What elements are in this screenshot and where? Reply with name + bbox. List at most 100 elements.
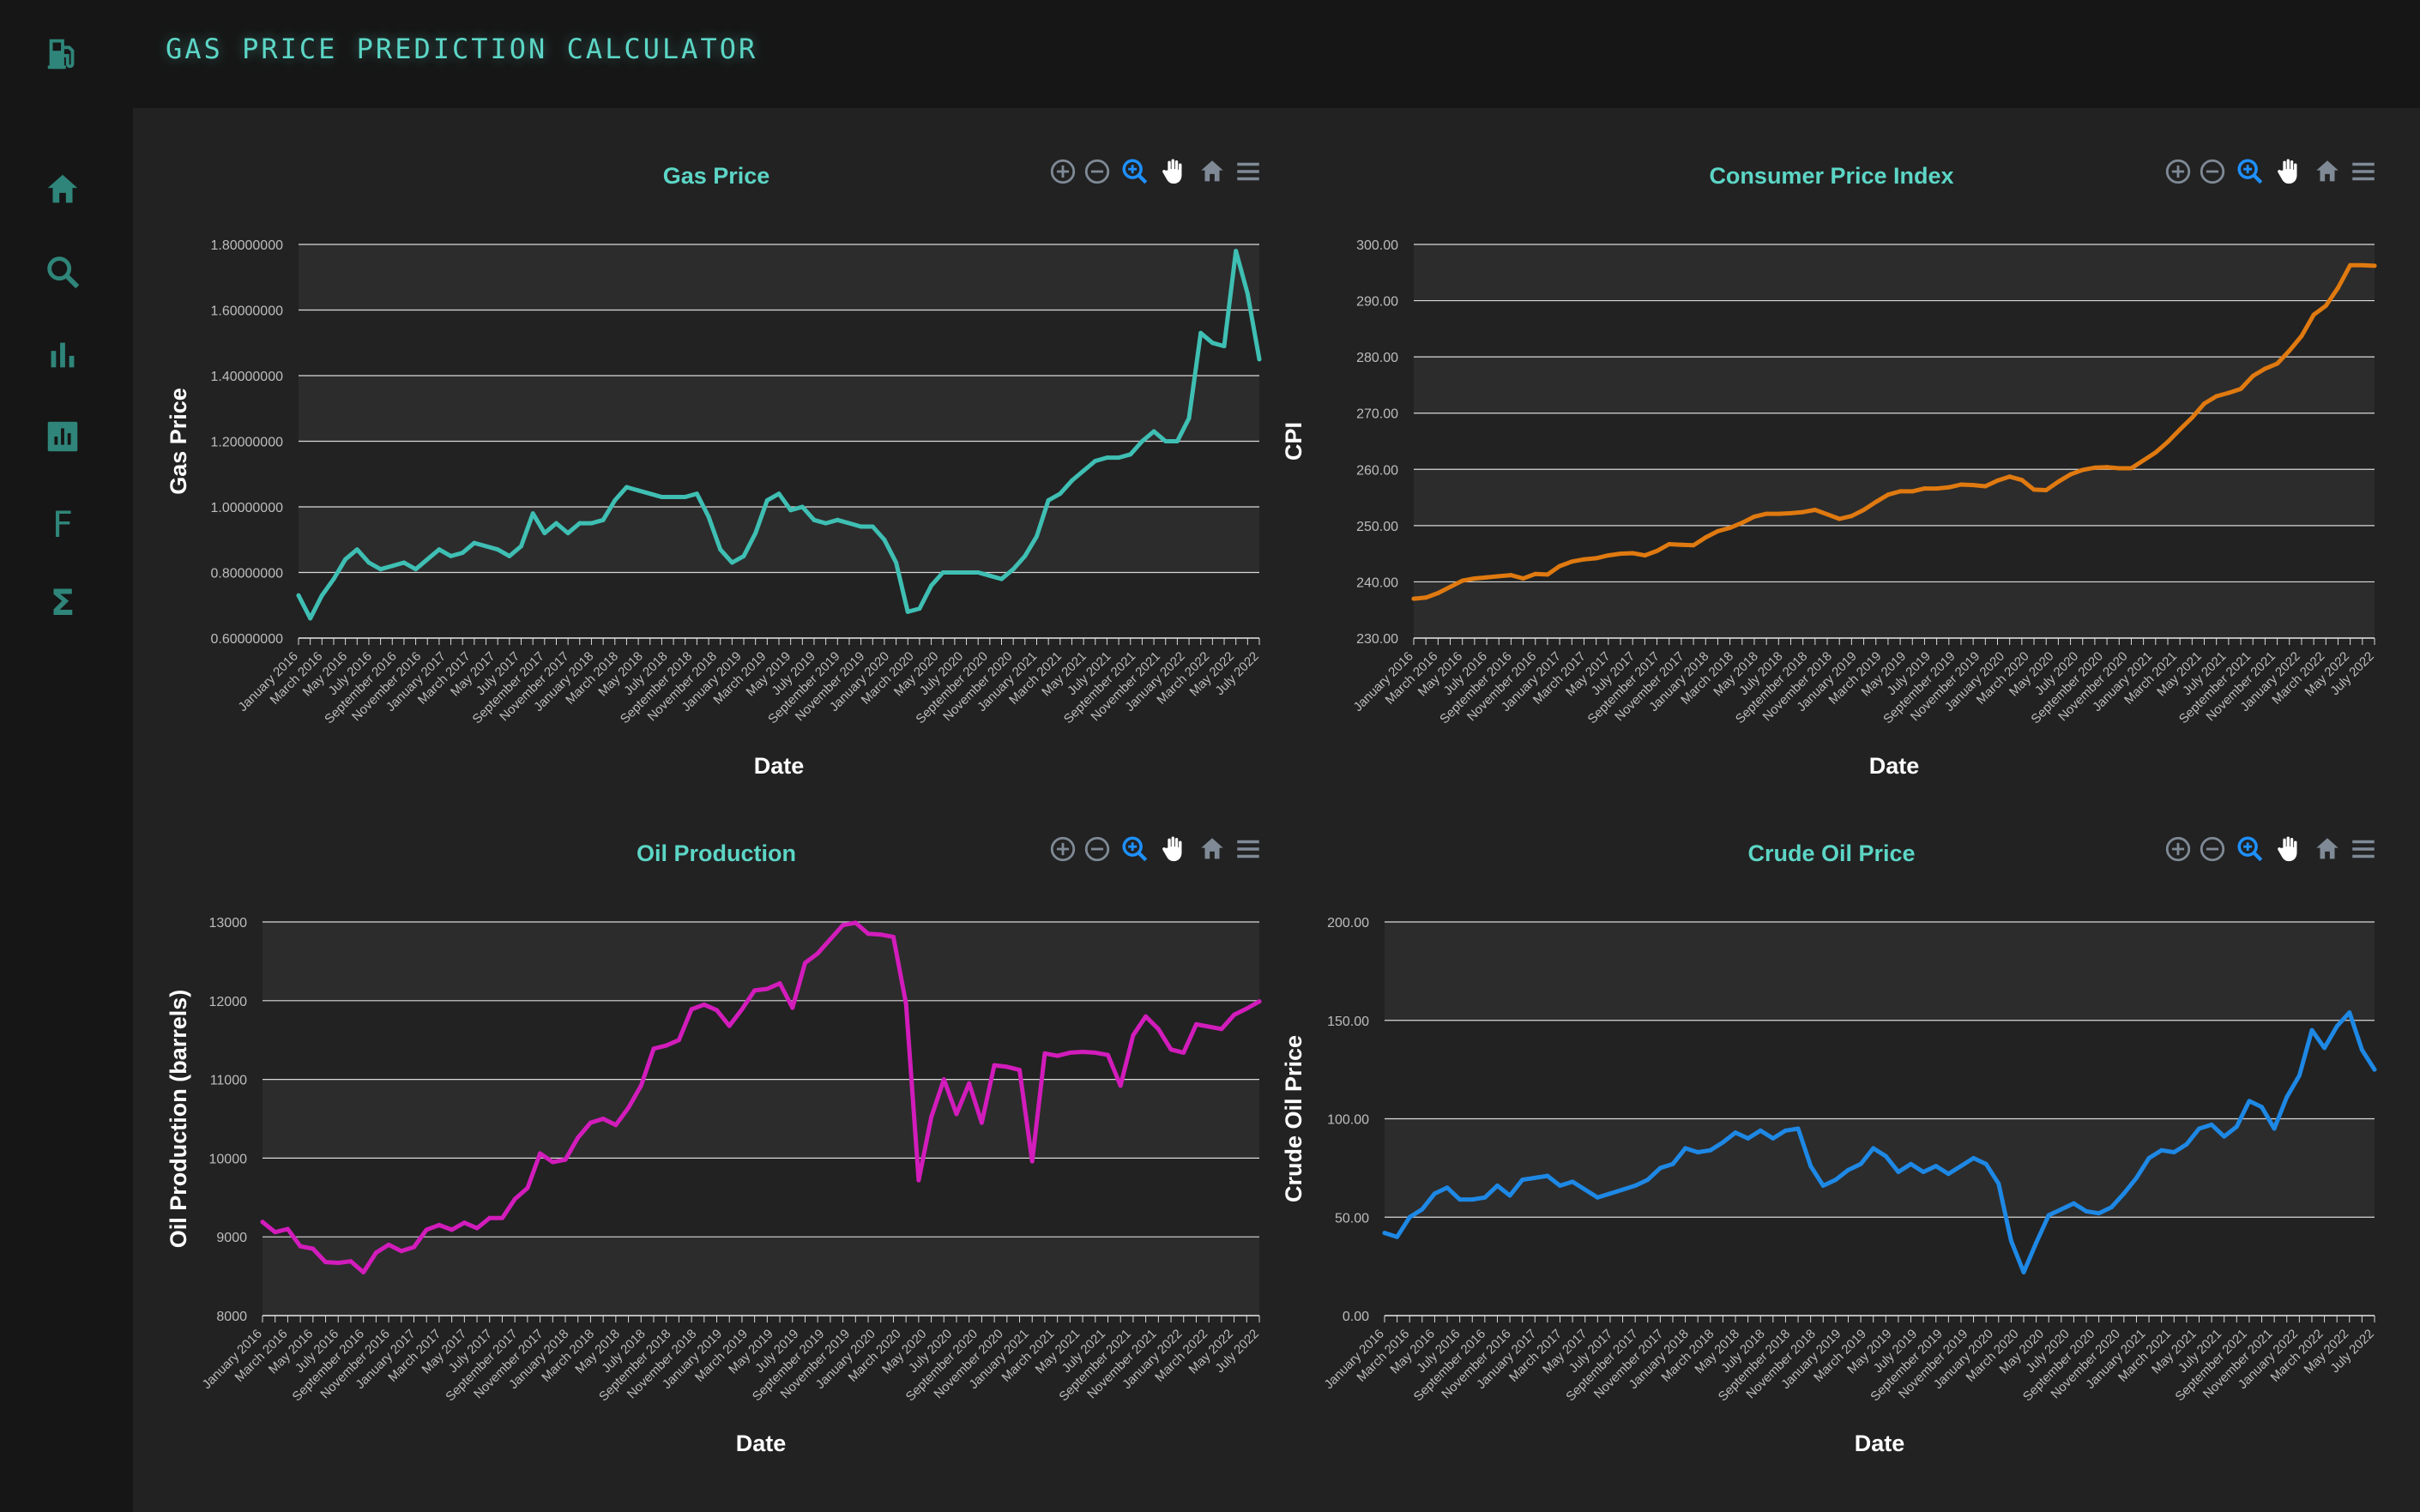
data-point [1608,1191,1613,1196]
analytics-icon[interactable] [43,417,82,456]
data-point [2104,465,2109,470]
data-point [1740,521,1745,526]
data-point [273,1230,278,1235]
menu-icon[interactable] [1234,157,1263,186]
data-point [1128,452,1133,457]
data-point [1472,575,1477,581]
data-point [1460,578,1465,583]
data-point [952,570,957,575]
data-point [866,931,871,937]
data-point [1395,1234,1400,1239]
data-point [1982,484,1988,489]
zoom-in-icon[interactable] [2164,157,2193,186]
data-point [979,1120,984,1125]
data-point [694,491,699,497]
data-point [1708,1148,1713,1153]
data-point [2262,366,2267,371]
y-tick-label: 1.00000000 [210,501,283,515]
sigma-icon[interactable]: Σ [43,583,82,623]
data-point [1970,483,1976,488]
zoom-out-icon[interactable] [2198,157,2227,186]
pan-icon[interactable] [2273,157,2302,186]
pan-icon[interactable] [1158,157,1187,186]
data-point [1581,557,1586,562]
data-point [638,1083,643,1088]
data-point [2238,387,2243,392]
selection-zoom-icon[interactable] [1120,157,1150,186]
menu-icon[interactable] [2349,157,2378,186]
zoom-out-icon[interactable] [1083,157,1112,186]
y-tick-label: 290.00 [1356,295,1398,310]
data-point [2322,1045,2327,1051]
data-point [1257,357,1262,362]
data-point [348,1259,353,1264]
zoom-in-icon[interactable] [1048,157,1077,186]
data-point [2247,1099,2252,1104]
data-point [1186,416,1192,421]
home-icon[interactable] [43,170,82,209]
reset-home-icon[interactable] [2313,834,2342,864]
data-point [1715,528,1720,533]
zoom-out-icon[interactable] [2198,834,2227,864]
data-point [1151,429,1156,434]
reset-home-icon[interactable] [1198,834,1227,864]
pan-icon[interactable] [2273,834,2302,864]
data-point [1244,1006,1249,1011]
reset-home-icon[interactable] [1198,157,1227,186]
menu-icon[interactable] [1234,834,1263,864]
chart-toolbar [2164,157,2375,186]
zoom-out-icon[interactable] [1083,834,1112,864]
data-point [2043,488,2049,493]
data-point [1445,1185,1450,1190]
data-point [487,1215,492,1220]
bar-chart-icon[interactable] [43,334,82,374]
selection-zoom-icon[interactable] [1120,834,1150,864]
menu-icon[interactable] [2349,834,2378,864]
data-point [815,951,820,956]
selection-zoom-icon[interactable] [2236,157,2265,186]
data-point [1808,1164,1813,1169]
data-point [812,517,817,522]
y-axis-label: CPI [1281,422,1307,461]
gas-pump-icon[interactable] [43,34,82,74]
data-point [1946,1172,1951,1177]
data-point [296,593,301,598]
data-point [1764,511,1769,516]
data-point [1520,1178,1525,1183]
data-point [437,547,442,552]
data-point [729,560,734,565]
data-point [538,1151,543,1156]
plot-band [263,1079,1259,1159]
search-icon[interactable] [43,252,82,292]
data-point [331,576,336,581]
data-point [1871,1146,1876,1151]
data-point [1470,1197,1475,1202]
data-point [2068,472,2073,477]
data-point [1482,1195,1488,1200]
data-point [987,573,993,578]
selection-zoom-icon[interactable] [2236,834,2265,864]
data-point [1776,511,1781,516]
data-point [1862,507,1867,512]
plot-band [299,507,1259,573]
top-bar: GAS PRICE PREDICTION CALCULATOR [133,0,2420,108]
reset-home-icon[interactable] [2313,157,2342,186]
data-point [905,609,910,614]
data-point [659,495,664,500]
data-point [1118,1083,1123,1088]
data-point [2121,1191,2127,1196]
data-point [588,1120,593,1125]
chart-title: Gas Price [663,163,770,189]
zoom-in-icon[interactable] [1048,834,1077,864]
data-point [1995,478,2001,483]
letter-f-icon[interactable]: F [43,505,82,545]
data-point [890,934,896,939]
pan-icon[interactable] [1158,834,1187,864]
chart-title: Consumer Price Index [1709,163,1953,189]
zoom-in-icon[interactable] [2164,834,2193,864]
data-point [752,988,757,993]
data-point [1257,999,1262,1004]
data-point [1545,1173,1550,1178]
data-point [2097,1211,2102,1216]
data-point [1655,548,1660,553]
